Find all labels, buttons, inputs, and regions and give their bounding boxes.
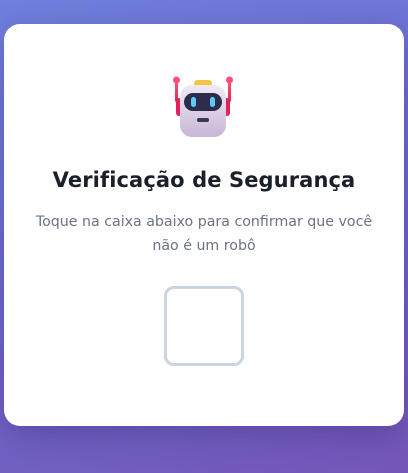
page-title: Verificação de Segurança <box>52 168 356 192</box>
robot-icon <box>173 76 233 137</box>
instruction-text: Toque na caixa abaixo para confirmar que… <box>35 214 373 254</box>
verification-checkbox[interactable] <box>164 286 244 366</box>
